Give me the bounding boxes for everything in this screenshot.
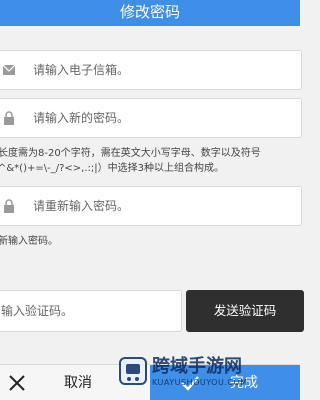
new-password-field[interactable]: 请输入新的密码。 — [0, 98, 302, 138]
close-icon[interactable] — [8, 374, 26, 392]
email-input[interactable]: 请输入电子信箱。 — [33, 51, 129, 89]
bottom-action-bar: 取消 完成 — [0, 364, 300, 400]
confirm-password-hint: 新输入密码。 — [0, 236, 58, 247]
title-bar: 修改密码 — [0, 0, 300, 26]
password-rule-hint-line1: 长度需为8-20个字符，需在英文大小写字母、数字以及符号 — [0, 148, 261, 159]
confirm-password-field[interactable]: 请重新输入密码。 — [0, 186, 302, 226]
new-password-input[interactable]: 请输入新的密码。 — [33, 99, 129, 137]
envelope-icon — [3, 64, 15, 75]
confirm-button[interactable]: 完成 — [150, 365, 300, 400]
page-title: 修改密码 — [119, 3, 180, 21]
cancel-button[interactable]: 取消 — [64, 365, 92, 400]
lock-icon — [4, 199, 14, 213]
lock-icon — [4, 111, 14, 125]
send-code-button[interactable]: 发送验证码 — [186, 290, 304, 332]
confirm-password-input[interactable]: 请重新输入密码。 — [33, 187, 129, 225]
password-rule-hint-line2: ^&*()+=\-_/?<>,.:;|）中选择3种以上组合构成。 — [0, 163, 224, 174]
verification-code-input[interactable]: 输入验证码。 — [1, 291, 73, 331]
verification-code-field[interactable]: 输入验证码。 — [0, 290, 182, 332]
confirm-label: 完成 — [230, 375, 258, 391]
email-field[interactable]: 请输入电子信箱。 — [0, 50, 302, 90]
checkmark-icon — [181, 376, 199, 391]
